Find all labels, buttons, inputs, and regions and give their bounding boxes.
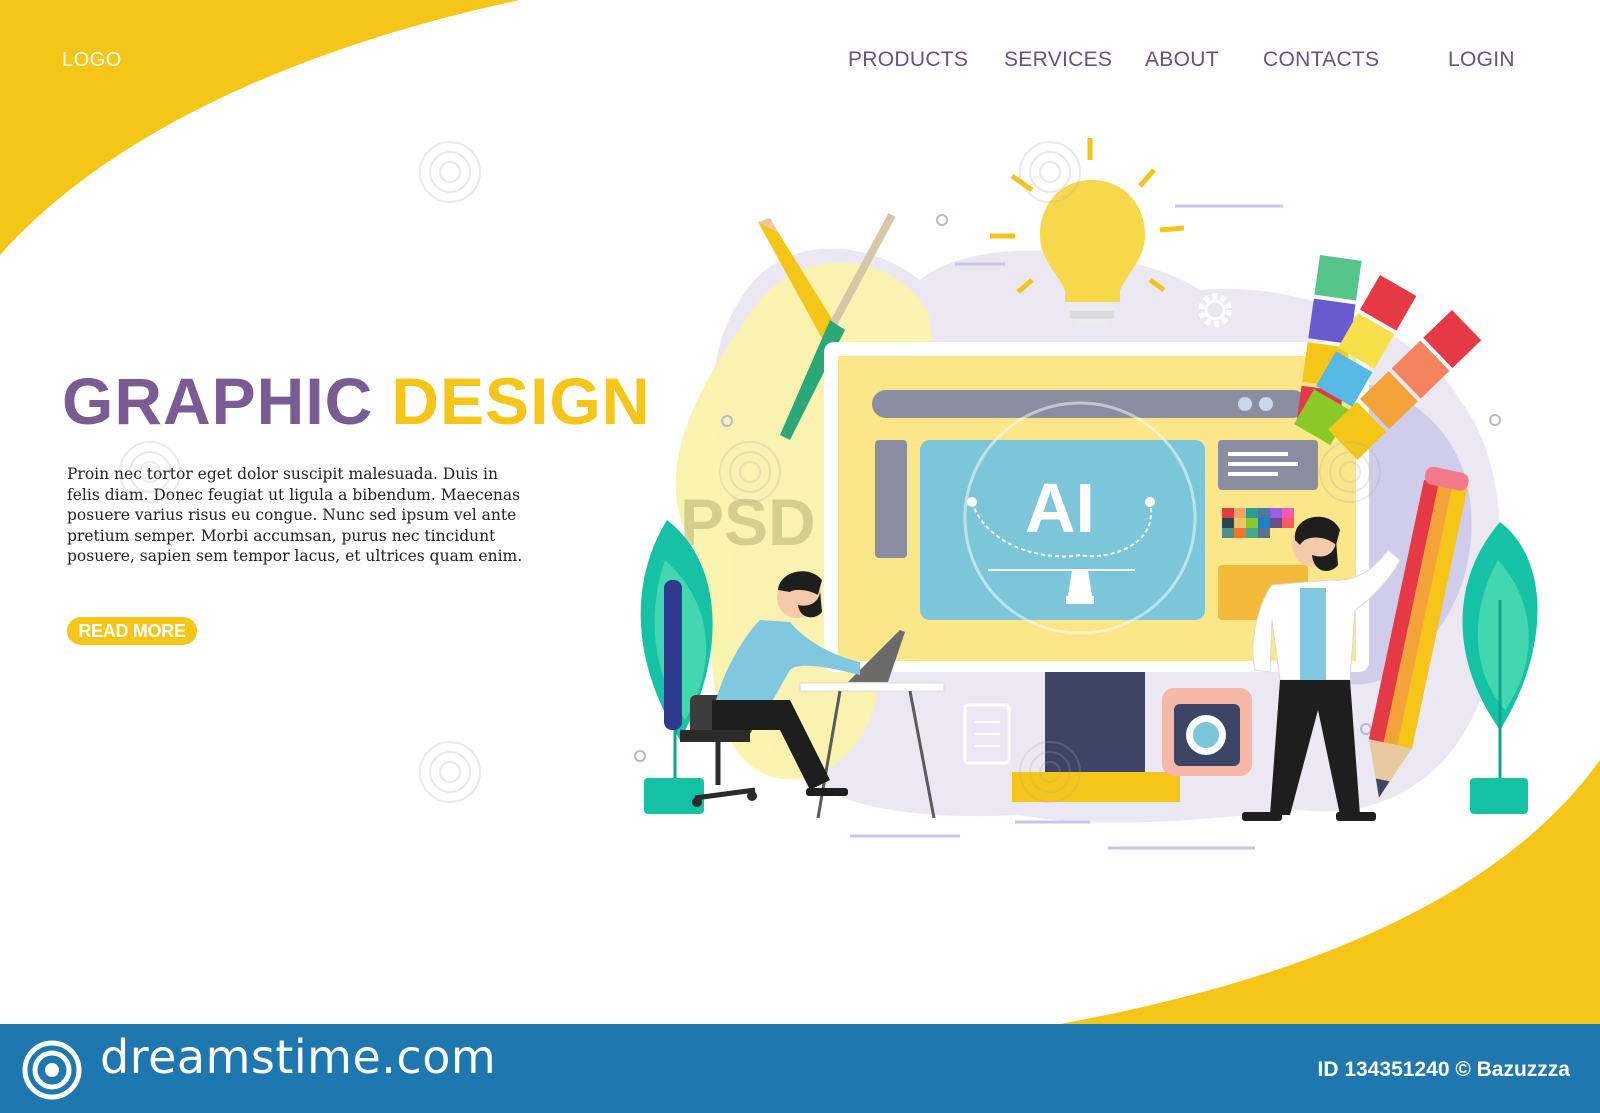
plant-right: [1462, 522, 1538, 814]
dreamstime-logo-icon: [22, 1040, 82, 1100]
hero-illustration: PSD AI: [119, 138, 1538, 850]
screen-ai-label: AI: [1025, 469, 1095, 547]
camera-icon: [1162, 688, 1252, 776]
psd-label: PSD: [680, 485, 816, 559]
footer-site-name[interactable]: dreamstime.com: [100, 1030, 496, 1084]
footer-image-id: ID 134351240 © Bazuzzza: [1317, 1058, 1570, 1081]
